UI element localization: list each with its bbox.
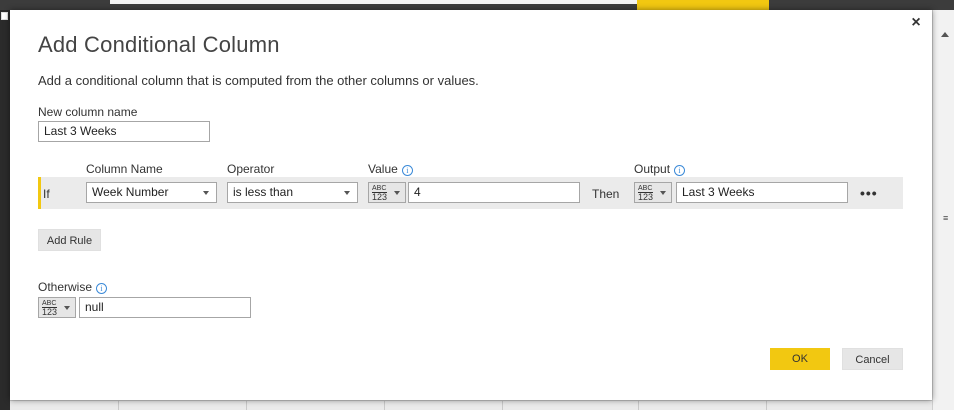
type-123-label: 123 <box>638 192 654 202</box>
chevron-down-icon <box>203 191 209 195</box>
type-abc-label: ABC <box>372 185 387 192</box>
more-options-icon[interactable]: ••• <box>860 186 878 200</box>
type-abc-label: ABC <box>638 185 653 192</box>
dialog-description: Add a conditional column that is compute… <box>38 73 479 88</box>
scroll-up-icon[interactable] <box>941 32 949 37</box>
rule-row-accent <box>38 177 41 209</box>
value-input[interactable]: 4 <box>408 182 580 203</box>
otherwise-label-group: Otherwise i <box>38 280 108 294</box>
chevron-down-icon <box>660 191 666 195</box>
chevron-down-icon <box>344 191 350 195</box>
rule-row: If Week Number is less than ABC 123 4 Th… <box>38 177 903 209</box>
type-123-label: 123 <box>372 192 388 202</box>
new-column-name-input[interactable]: Last 3 Weeks <box>38 121 210 142</box>
info-icon[interactable]: i <box>401 165 413 176</box>
column-name-header: Column Name <box>86 162 163 176</box>
chevron-down-icon <box>394 191 400 195</box>
type-123-label: 123 <box>42 307 58 317</box>
operator-value: is less than <box>233 185 294 199</box>
output-type-button[interactable]: ABC 123 <box>634 182 672 203</box>
value-header-label: Value <box>368 162 398 176</box>
otherwise-input[interactable]: null <box>79 297 251 318</box>
new-column-name-label: New column name <box>38 105 138 119</box>
info-icon[interactable]: i <box>96 283 108 294</box>
chevron-down-icon <box>64 306 70 310</box>
ok-button[interactable]: OK <box>770 348 830 370</box>
output-input[interactable]: Last 3 Weeks <box>676 182 848 203</box>
output-header-label: Output <box>634 162 671 176</box>
background-table-icon <box>1 12 8 20</box>
dialog-title: Add Conditional Column <box>38 32 280 57</box>
type-abc-label: ABC <box>42 300 57 307</box>
operator-header: Operator <box>227 162 275 176</box>
output-header: Output i <box>634 162 686 176</box>
column-name-value: Week Number <box>92 185 169 199</box>
cancel-button[interactable]: Cancel <box>842 348 903 370</box>
add-rule-button[interactable]: Add Rule <box>38 229 101 251</box>
add-conditional-column-dialog: × Add Conditional Column Add a condition… <box>10 10 932 400</box>
then-label: Then <box>592 187 620 201</box>
otherwise-label: Otherwise <box>38 280 93 294</box>
background-menu-icon: ≡ <box>943 213 949 223</box>
background-highlighted-column <box>637 0 769 10</box>
close-icon[interactable]: × <box>908 15 924 31</box>
value-header: Value i <box>368 162 413 176</box>
operator-dropdown[interactable]: is less than <box>227 182 358 203</box>
background-app-header <box>0 0 954 10</box>
value-type-button[interactable]: ABC 123 <box>368 182 406 203</box>
otherwise-type-button[interactable]: ABC 123 <box>38 297 76 318</box>
background-formula-bar <box>110 0 640 4</box>
column-name-dropdown[interactable]: Week Number <box>86 182 217 203</box>
background-grid <box>10 400 932 410</box>
info-icon[interactable]: i <box>674 165 686 176</box>
background-scrollbar[interactable]: ≡ <box>932 10 954 410</box>
background-left-pane <box>0 10 10 410</box>
if-label: If <box>43 187 50 201</box>
